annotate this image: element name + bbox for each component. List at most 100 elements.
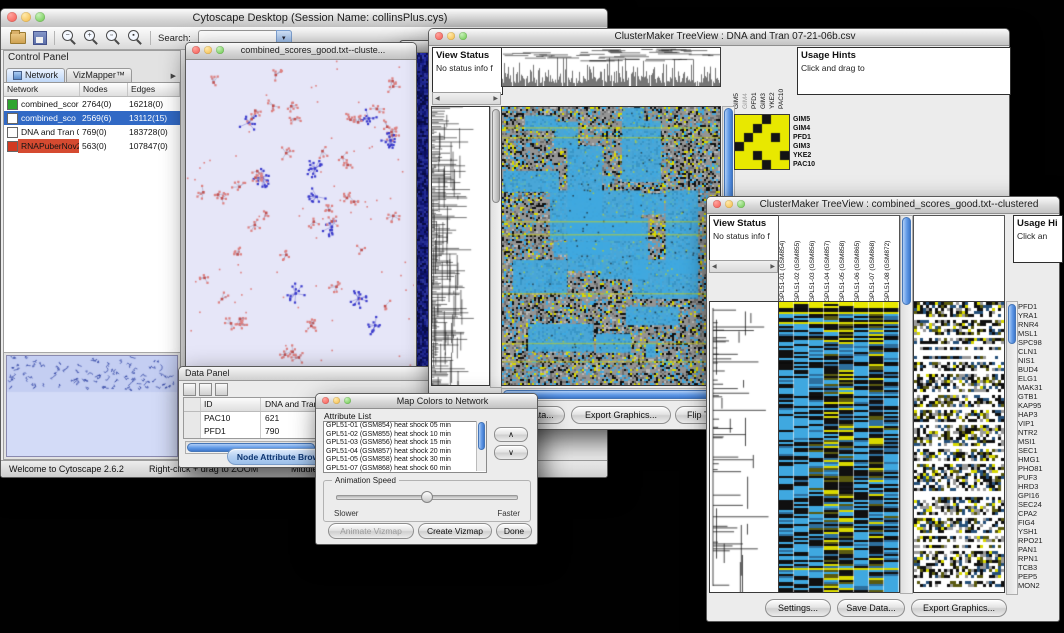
gene-label[interactable]: RNR4 (1018, 320, 1058, 329)
gene-label[interactable]: YRA1 (1018, 311, 1058, 320)
condition-column-label[interactable]: GPL51-04 (GSM857) (824, 216, 839, 302)
animation-speed-slider[interactable] (336, 495, 518, 500)
treeview-dna-titlebar[interactable]: ClusterMaker TreeView : DNA and Tran 07-… (429, 29, 1009, 46)
close-button[interactable] (322, 397, 329, 404)
close-button[interactable] (713, 200, 721, 208)
scroll-left-icon[interactable]: ◀ (435, 95, 440, 102)
gene-column-label[interactable]: PAC10 (778, 47, 787, 109)
overview-vscrollbar[interactable] (1006, 301, 1018, 595)
gene-label[interactable]: MSL1 (1018, 329, 1058, 338)
condition-column-label[interactable]: GPL51-02 (GSM855) (794, 216, 809, 302)
minimize-button[interactable] (204, 46, 212, 54)
column-dendrogram[interactable] (501, 47, 721, 87)
attribute-item[interactable]: GPL51-02 (GSM855) heat shock 10 min (324, 431, 486, 440)
network-view-canvas[interactable] (186, 60, 414, 368)
heatmap-vscrollbar[interactable] (900, 215, 913, 594)
condition-column-label[interactable]: GPL51-06 (GSM865) (854, 216, 869, 302)
gene-row-label[interactable]: GIM3 (793, 142, 815, 151)
gene-label[interactable]: GPI16 (1018, 491, 1058, 500)
column-id[interactable]: ID (201, 398, 261, 411)
gene-row-label[interactable]: PAC10 (793, 160, 815, 169)
minimize-button[interactable] (725, 200, 733, 208)
gene-label[interactable]: PFD1 (1018, 302, 1058, 311)
save-session-icon[interactable] (33, 31, 47, 45)
attribute-db-icon[interactable] (215, 383, 228, 396)
gene-column-label[interactable]: YKE2 (769, 47, 778, 109)
export-graphics-button[interactable]: Export Graphics... (911, 599, 1007, 617)
network-view-titlebar[interactable]: combined_scores_good.txt--cluste... (186, 43, 416, 60)
gene-label[interactable]: RPO21 (1018, 536, 1058, 545)
animate-vizmap-button[interactable]: Animate Vizmap (328, 523, 414, 539)
gene-row-label[interactable]: YKE2 (793, 151, 815, 160)
tab-overflow-icon[interactable]: ▶ (167, 72, 180, 82)
zoom-button[interactable] (459, 32, 467, 40)
attribute-item[interactable]: GPL51-05 (GSM858) heat shock 30 min (324, 456, 486, 465)
gene-label[interactable]: MAK31 (1018, 383, 1058, 392)
gene-label[interactable]: PUF3 (1018, 473, 1058, 482)
data-panel-titlebar[interactable]: Data Panel (179, 367, 433, 381)
attribute-item[interactable]: GPL51-04 (GSM857) heat shock 20 min (324, 448, 486, 457)
attribute-item[interactable]: GPL51-03 (GSM856) heat shock 15 min (324, 439, 486, 448)
scrollbar-thumb[interactable] (902, 217, 911, 305)
gene-row-label[interactable]: GIM5 (793, 115, 815, 124)
gene-label[interactable]: KAP95 (1018, 401, 1058, 410)
zoom-selected-icon[interactable]: ▪ (128, 30, 143, 46)
gene-label[interactable]: ELG1 (1018, 374, 1058, 383)
gene-label[interactable]: SPC98 (1018, 338, 1058, 347)
tab-vizmapper[interactable]: VizMapper™ (66, 68, 132, 82)
gene-label[interactable]: MSI1 (1018, 437, 1058, 446)
gene-row-label[interactable]: GIM4 (793, 124, 815, 133)
zoom-in-icon[interactable]: + (84, 30, 99, 46)
gene-label[interactable]: FIG4 (1018, 518, 1058, 527)
scroll-right-icon[interactable]: ▶ (493, 95, 498, 102)
gene-label[interactable]: HAP3 (1018, 410, 1058, 419)
gene-label[interactable]: SEC1 (1018, 446, 1058, 455)
gene-label[interactable]: GTB1 (1018, 392, 1058, 401)
gene-dendrogram[interactable] (431, 106, 490, 386)
gene-column-label[interactable]: GIM3 (760, 47, 769, 109)
gene-label[interactable]: NTR2 (1018, 428, 1058, 437)
column-edges[interactable]: Edges (128, 83, 180, 96)
scroll-left-icon[interactable]: ◀ (712, 263, 717, 270)
gene-column-label[interactable]: GIM5 (733, 47, 742, 109)
global-overview-heatmap[interactable] (913, 301, 1005, 593)
attribute-select-icon[interactable] (199, 383, 212, 396)
condition-column-label[interactable]: GPL51-01 (GSM854) (779, 216, 794, 302)
attribute-item[interactable]: GPL51-01 (GSM854) heat shock 05 min (324, 422, 486, 431)
gene-column-label[interactable]: PFD1 (751, 47, 760, 109)
expression-heatmap[interactable] (778, 301, 900, 593)
gene-label[interactable]: RPN1 (1018, 554, 1058, 563)
scrollbar-thumb[interactable] (478, 422, 485, 450)
gene-label[interactable]: BUD4 (1018, 365, 1058, 374)
gene-label[interactable]: HRD3 (1018, 482, 1058, 491)
network-table-row[interactable]: RNAPuberNov2+ 563(0) 107847(0) (4, 139, 180, 153)
zoom-out-icon[interactable]: − (62, 30, 77, 46)
dialog-titlebar[interactable]: Map Colors to Network (316, 394, 537, 409)
condition-column-label[interactable]: GPL51-07 (GSM868) (869, 216, 884, 302)
minimize-button[interactable] (333, 397, 340, 404)
settings-button[interactable]: Settings... (765, 599, 831, 617)
dendrogram-hscrollbar[interactable]: ◀ ▶ (709, 260, 778, 273)
condition-column-label[interactable]: GPL51-08 (GSM872) (884, 216, 899, 302)
attribute-list[interactable]: GPL51-01 (GSM854) heat shock 05 minGPL51… (323, 421, 487, 473)
gene-label[interactable]: MON2 (1018, 581, 1058, 590)
gene-label[interactable]: CPA2 (1018, 509, 1058, 518)
attribute-list-scrollbar[interactable] (476, 421, 486, 471)
slider-thumb[interactable] (421, 491, 433, 503)
gene-label[interactable]: CLN1 (1018, 347, 1058, 356)
attribute-item[interactable]: GPL51-07 (GSM868) heat shock 60 min (324, 465, 486, 474)
selected-cluster-matrix[interactable] (734, 114, 790, 170)
tab-network[interactable]: Network (6, 68, 65, 82)
condition-column-label[interactable]: GPL51-03 (GSM856) (809, 216, 824, 302)
gene-label[interactable]: TCB3 (1018, 563, 1058, 572)
open-session-icon[interactable] (10, 32, 26, 44)
gene-label[interactable]: PEP5 (1018, 572, 1058, 581)
move-up-button[interactable]: ∧ (494, 427, 528, 442)
birdseye-view[interactable] (6, 355, 178, 457)
close-button[interactable] (192, 46, 200, 54)
gene-label[interactable]: SEC24 (1018, 500, 1058, 509)
scroll-right-icon[interactable]: ▶ (770, 263, 775, 270)
cytoscape-titlebar[interactable]: Cytoscape Desktop (Session Name: collins… (1, 9, 607, 28)
treeview-combined-titlebar[interactable]: ClusterMaker TreeView : combined_scores_… (707, 197, 1059, 214)
close-button[interactable] (435, 32, 443, 40)
